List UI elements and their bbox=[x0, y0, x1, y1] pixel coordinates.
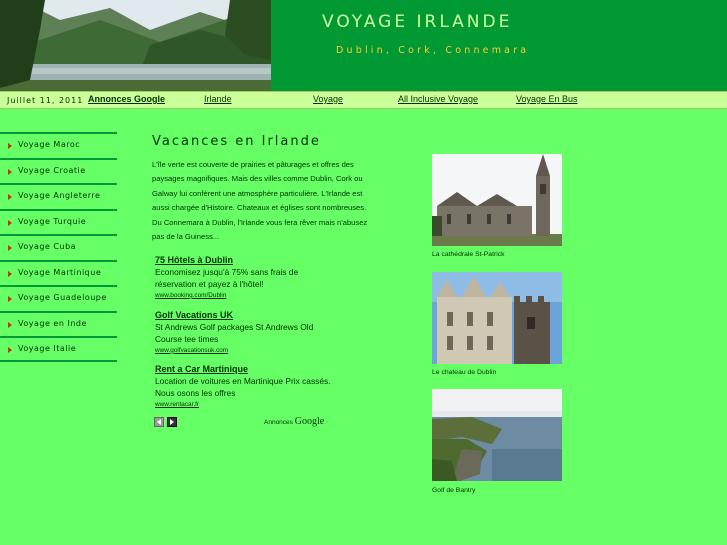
ads-prev-button[interactable] bbox=[154, 417, 164, 427]
google-logo: Google bbox=[294, 416, 325, 427]
sidebar-item-voyage-martinique[interactable]: Voyage Martinique bbox=[0, 259, 117, 286]
sidebar-item-label: Voyage Turquie bbox=[18, 216, 87, 226]
nav-link-all-inclusive-voyage[interactable]: All Inclusive Voyage bbox=[398, 94, 478, 104]
bantry-golf-photo bbox=[432, 389, 562, 481]
sidebar-item-voyage-croatie[interactable]: Voyage Croatie bbox=[0, 157, 117, 184]
sidebar-item-voyage-angleterre[interactable]: Voyage Angleterre bbox=[0, 183, 117, 209]
photo-caption: Le chateau de Dublin bbox=[432, 369, 497, 376]
ad-description: Economisez jusqu'à 75% sans frais de rés… bbox=[155, 267, 299, 290]
nav-link-annonces-google[interactable]: Annonces Google bbox=[88, 94, 165, 104]
ad-block: Rent a Car Martinique Location de voitur… bbox=[155, 364, 335, 409]
sidebar-item-voyage-turquie[interactable]: Voyage Turquie bbox=[0, 208, 117, 235]
ad-description: Location de voitures en Martinique Prix … bbox=[155, 376, 331, 399]
bullet-arrow-icon bbox=[8, 347, 12, 353]
sidebar-item-label: Voyage Angleterre bbox=[18, 191, 101, 200]
sidebar-item-voyage-cuba[interactable]: Voyage Cuba bbox=[0, 234, 117, 260]
ads-next-button[interactable] bbox=[167, 417, 177, 427]
next-arrow-icon bbox=[170, 419, 174, 425]
ad-url-link[interactable]: www.rentacar.fr bbox=[155, 400, 335, 409]
castle-photo bbox=[432, 272, 562, 364]
prev-arrow-icon bbox=[157, 419, 161, 425]
photo-caption: La cathédrale St-Patrick bbox=[432, 251, 505, 258]
site-title: VOYAGE IRLANDE bbox=[322, 12, 513, 32]
bullet-arrow-icon bbox=[8, 194, 12, 200]
ad-block: Golf Vacations UK St Andrews Golf packag… bbox=[155, 310, 335, 355]
sidebar-menu: Voyage Maroc Voyage Croatie Voyage Angle… bbox=[0, 132, 117, 362]
cathedral-photo bbox=[432, 154, 562, 246]
bullet-arrow-icon bbox=[8, 245, 12, 251]
ads-by-google-link[interactable]: Annonces Google bbox=[264, 416, 324, 427]
sidebar-item-label: Voyage Maroc bbox=[18, 140, 81, 149]
sidebar-item-label: Voyage Martinique bbox=[18, 267, 102, 277]
sidebar-item-label: Voyage Italie bbox=[18, 344, 77, 353]
page-title: Vacances en Irlande bbox=[152, 134, 321, 149]
bullet-arrow-icon bbox=[8, 270, 12, 277]
sidebar-item-label: Voyage Cuba bbox=[18, 242, 77, 251]
sidebar-item-voyage-italie[interactable]: Voyage Italie bbox=[0, 336, 117, 362]
bullet-arrow-icon bbox=[8, 168, 12, 175]
sidebar-item-voyage-maroc[interactable]: Voyage Maroc bbox=[0, 132, 117, 158]
bullet-arrow-icon bbox=[8, 321, 12, 328]
current-date: Juillet 11, 2011 bbox=[7, 96, 84, 105]
bullet-arrow-icon bbox=[8, 296, 12, 302]
nav-link-irlande[interactable]: Irlande bbox=[204, 94, 232, 104]
sidebar-item-label: Voyage Croatie bbox=[18, 165, 86, 175]
ad-title-link[interactable]: 75 Hôtels à Dublin bbox=[155, 255, 335, 266]
ad-description: St Andrews Golf packages St Andrews Old … bbox=[155, 322, 314, 345]
ad-title-link[interactable]: Rent a Car Martinique bbox=[155, 364, 335, 375]
header-lake-photo bbox=[0, 0, 271, 91]
photo-caption: Golf de Bantry bbox=[432, 487, 476, 494]
sidebar-item-voyage-guadeloupe[interactable]: Voyage Guadeloupe bbox=[0, 285, 117, 311]
sidebar-item-label: Voyage Guadeloupe bbox=[18, 293, 107, 302]
intro-text: L'île verte est couverte de prairies et … bbox=[152, 160, 368, 242]
top-navbar: Juillet 11, 2011 Annonces Google Irlande… bbox=[0, 91, 727, 109]
bullet-arrow-icon bbox=[8, 143, 12, 149]
ad-url-link[interactable]: www.golfvacationsuk.com bbox=[155, 346, 335, 355]
header: VOYAGE IRLANDE Dublin, Cork, Connemara bbox=[0, 0, 727, 91]
sidebar-item-label: Voyage en Inde bbox=[18, 318, 87, 328]
ad-block: 75 Hôtels à Dublin Economisez jusqu'à 75… bbox=[155, 255, 335, 300]
ads-by-prefix: Annonces bbox=[264, 419, 293, 426]
sidebar-item-voyage-en-inde[interactable]: Voyage en Inde bbox=[0, 310, 117, 337]
bullet-arrow-icon bbox=[8, 219, 12, 226]
ad-title-link[interactable]: Golf Vacations UK bbox=[155, 310, 335, 321]
ad-url-link[interactable]: www.booking.com/Dublin bbox=[155, 291, 335, 300]
nav-link-voyage[interactable]: Voyage bbox=[313, 94, 343, 104]
nav-link-voyage-en-bus[interactable]: Voyage En Bus bbox=[516, 94, 578, 104]
site-tagline: Dublin, Cork, Connemara bbox=[336, 45, 530, 56]
